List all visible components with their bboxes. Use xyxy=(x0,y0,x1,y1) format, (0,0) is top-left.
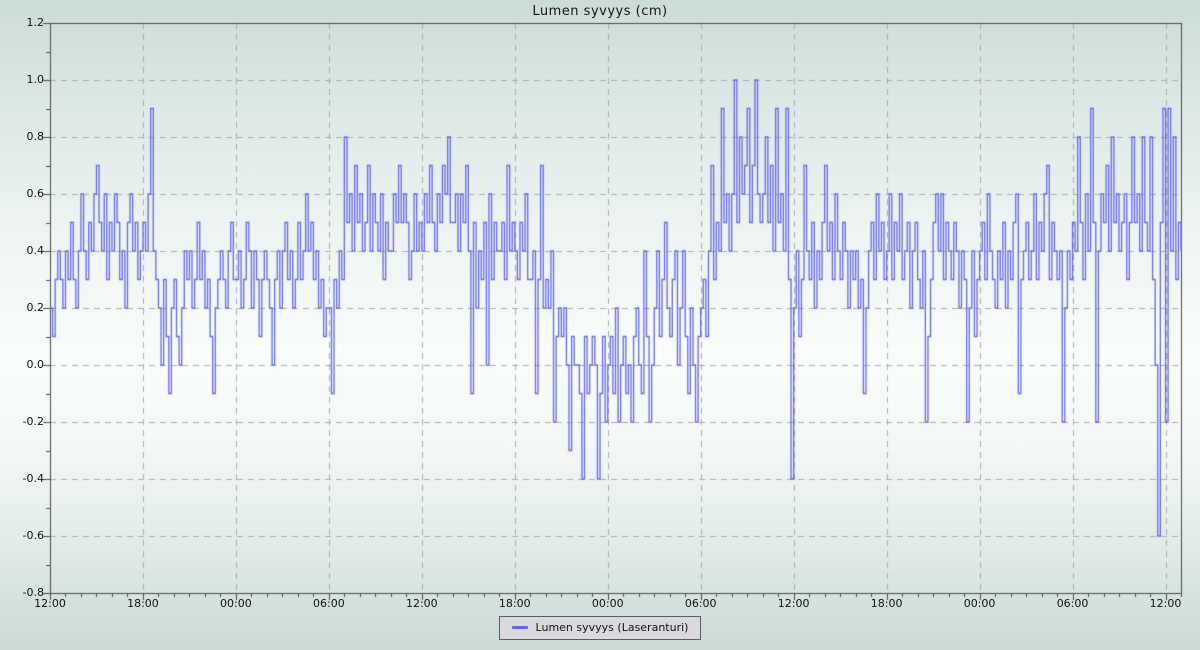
x-tick-label: 12:00 xyxy=(28,597,72,611)
legend-row: Lumen syvyys (Laseranturi) xyxy=(0,616,1200,640)
y-tick-label: -0.2 xyxy=(0,415,44,429)
chart-plot-canvas xyxy=(0,0,1200,650)
x-tick-label: 00:00 xyxy=(214,597,258,611)
snow-depth-chart: Lumen syvyys (cm) 1.2 1.0 0.8 0.6 0.4 0.2 0.0 -… xyxy=(0,0,1200,650)
legend-box: Lumen syvyys (Laseranturi) xyxy=(499,616,702,640)
x-tick-label: 06:00 xyxy=(307,597,351,611)
chart-title: Lumen syvyys (cm) xyxy=(0,4,1200,19)
legend-label: Lumen syvyys (Laseranturi) xyxy=(536,621,689,634)
y-tick-label: 1.0 xyxy=(0,73,44,87)
y-tick-label: 0.4 xyxy=(0,244,44,258)
x-tick-label: 12:00 xyxy=(1144,597,1188,611)
x-tick-label: 12:00 xyxy=(772,597,816,611)
x-tick-label: 18:00 xyxy=(493,597,537,611)
y-tick-label: 0.2 xyxy=(0,301,44,315)
y-tick-label: 0.6 xyxy=(0,187,44,201)
x-tick-label: 00:00 xyxy=(586,597,630,611)
x-tick-label: 18:00 xyxy=(121,597,165,611)
x-tick-label: 12:00 xyxy=(400,597,444,611)
y-tick-label: -0.6 xyxy=(0,529,44,543)
y-tick-label: -0.4 xyxy=(0,472,44,486)
x-tick-label: 06:00 xyxy=(1051,597,1095,611)
legend-line-marker xyxy=(512,626,528,629)
x-tick-label: 00:00 xyxy=(958,597,1002,611)
y-tick-label: 0.8 xyxy=(0,130,44,144)
y-tick-label: 0.0 xyxy=(0,358,44,372)
x-tick-label: 06:00 xyxy=(679,597,723,611)
y-tick-label: 1.2 xyxy=(0,16,44,30)
x-tick-label: 18:00 xyxy=(865,597,909,611)
